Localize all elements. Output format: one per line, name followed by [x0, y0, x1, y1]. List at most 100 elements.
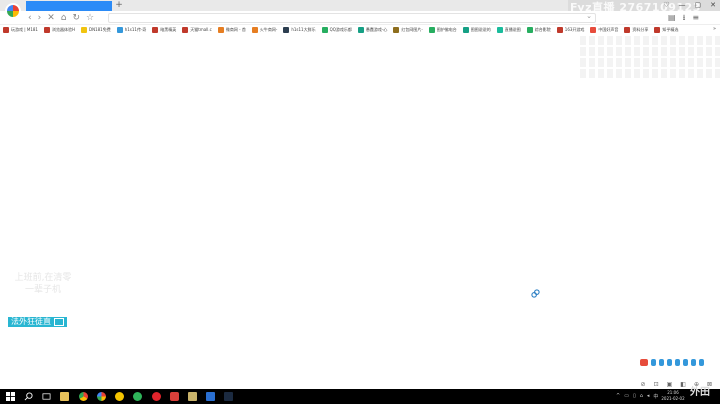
bookmark-label: h1s11传·奇 [124, 27, 147, 32]
bookmark-item[interactable]: 天猫tmall.c [182, 26, 212, 34]
ime-menu-icon[interactable] [699, 358, 704, 366]
app-blue-icon[interactable] [206, 392, 215, 401]
close-button[interactable]: ✕ [710, 0, 716, 11]
overlay-badge: 法外狂徒直 [8, 317, 67, 327]
windows-start-icon[interactable] [6, 392, 15, 401]
ime-punct-icon[interactable] [659, 358, 664, 366]
minimize-button[interactable]: — [679, 0, 686, 11]
browser-logo-icon[interactable] [5, 3, 21, 19]
bookmark-label: 火牛商网- [259, 27, 278, 32]
clock-date: 2021-02-02 [661, 396, 685, 401]
bookmark-label: 红包网图片- [401, 27, 423, 32]
browser-toolbar: ‹ › ✕ ⌂ ↻ ☆ ⌄ ▤ ⭳ ≡ [0, 11, 720, 25]
download-icon[interactable]: ⭳ [683, 12, 686, 24]
bookmark-item[interactable]: 微商网 - 首 [217, 26, 246, 34]
chrome-icon[interactable] [79, 392, 88, 401]
bookmark-favicon-icon [556, 27, 563, 33]
bookmark-label: 中国好声音 [598, 27, 619, 32]
ime-toolbar [640, 358, 720, 366]
tray-icon-2[interactable]: ▭ [624, 393, 629, 400]
bookmark-item[interactable]: 图护佛电台 [428, 26, 457, 34]
bookmarks-more-icon[interactable]: » [713, 26, 716, 32]
bookmark-item[interactable]: 愚蠢游戏-心 [357, 26, 388, 34]
network-icon[interactable]: ⌂ [640, 393, 643, 400]
status-icon-2[interactable]: ⊡ [654, 381, 659, 389]
bookmark-favicon-icon [428, 27, 435, 33]
bookmark-favicon-icon [283, 27, 290, 33]
game-app-icon[interactable] [188, 392, 197, 401]
app-red-icon[interactable] [170, 392, 179, 401]
battery-icon[interactable]: ▯ [633, 393, 636, 400]
sidebar-icon[interactable]: ▤ [668, 12, 676, 24]
bookmark-favicon-icon [251, 27, 258, 33]
ime-emoji-icon[interactable] [667, 358, 672, 366]
bookmark-item[interactable]: 火牛商网- [251, 26, 278, 34]
bookmark-item[interactable]: 知乎精选 [654, 26, 678, 34]
ime-voice-icon[interactable] [675, 358, 680, 366]
nav-buttons: ‹ › ✕ ⌂ ↻ ☆ [28, 12, 94, 24]
stop-icon[interactable]: ✕ [47, 12, 55, 24]
bookmark-label: 浏览器体验H [51, 27, 75, 32]
bookmark-item[interactable]: 红包网图片- [393, 26, 423, 34]
bookmark-favicon-icon [81, 27, 87, 33]
app-green-icon[interactable] [133, 392, 142, 401]
bookmark-item[interactable]: 163开游戏 [556, 26, 584, 34]
bookmark-item[interactable]: h1s11大鲜乐 [283, 26, 316, 34]
task-view-icon[interactable] [42, 392, 51, 401]
bookmark-item[interactable]: 中国好声音 [590, 26, 618, 34]
ime-lang-icon[interactable] [651, 358, 656, 366]
bookmark-item[interactable]: 综合影院 [526, 26, 551, 34]
bookmark-item[interactable]: DN181免费 [81, 26, 111, 34]
volume-icon[interactable]: ◂ [647, 393, 650, 400]
tab-active[interactable] [26, 1, 112, 11]
file-explorer-icon[interactable] [60, 392, 69, 401]
bookmark-label: 愚蠢游戏-心 [365, 27, 388, 32]
bookmark-item[interactable]: 直播说图 [496, 26, 521, 34]
maximize-button[interactable]: ▢ [695, 0, 702, 11]
bookmark-favicon-icon [624, 27, 631, 33]
reload-icon[interactable]: ↻ [72, 12, 80, 24]
bookmark-item[interactable]: 图图说说的 [462, 26, 491, 34]
ime-keyboard-icon[interactable] [683, 358, 688, 366]
address-bar[interactable]: ⌄ [108, 12, 596, 23]
bookmark-item[interactable]: 暗黑精英 [152, 26, 176, 34]
app-yellow-icon[interactable] [115, 392, 124, 401]
bookmark-favicon-icon [654, 27, 661, 33]
menu-icon[interactable]: ≡ [692, 12, 699, 24]
home-icon[interactable]: ⌂ [61, 12, 67, 24]
status-icon-4[interactable]: ◧ [680, 381, 686, 389]
bookmark-label: 暗黑精英 [160, 27, 177, 32]
forward-icon[interactable]: › [38, 12, 42, 24]
status-icon-3[interactable]: ▣ [667, 381, 673, 389]
bookmark-item[interactable]: 资料分享 [624, 26, 648, 34]
bookmark-item[interactable]: h1s11传·奇 [116, 26, 147, 34]
browser-taskbar-icon[interactable] [97, 392, 106, 401]
bookmark-favicon-icon [217, 27, 224, 33]
bookmark-label: 图图说说的 [470, 27, 491, 32]
address-dropdown-icon[interactable]: ⌄ [586, 12, 592, 20]
bookmark-favicon-icon [496, 27, 503, 33]
new-tab-button[interactable]: + [114, 0, 124, 11]
tray-expand-icon[interactable]: ^ [616, 393, 620, 400]
corner-watermark: 外田 [690, 387, 710, 398]
bookmark-item[interactable]: 玩游戏 | M181 [3, 26, 38, 34]
ime-logo-icon[interactable] [640, 358, 648, 366]
steam-icon[interactable] [224, 392, 233, 401]
bookmark-item[interactable]: 浏览器体验H [43, 26, 75, 34]
status-icon-1[interactable]: ⊘ [641, 381, 646, 389]
search-icon[interactable] [24, 392, 33, 401]
back-icon[interactable]: ‹ [28, 12, 32, 24]
favorite-icon[interactable]: ♡ [663, 0, 669, 11]
bookmark-item[interactable]: QQ游戏乐都 [321, 26, 352, 34]
tab-strip: + Fyz直播 2767109123 ♡ — ▢ ✕ [0, 0, 720, 14]
bookmark-label: QQ游戏乐都 [329, 27, 352, 32]
bookmark-label: 微商网 - 首 [225, 27, 246, 32]
netease-music-icon[interactable] [152, 392, 161, 401]
overlay-line-2: 一辈子机 [24, 285, 61, 295]
ime-skin-icon[interactable] [691, 358, 696, 366]
taskbar-clock[interactable]: 21:06 2021-02-02 [656, 389, 690, 404]
bookmark-favicon-icon [393, 27, 400, 33]
bookmark-star-icon[interactable]: ☆ [86, 12, 94, 24]
bookmark-label: 综合影院 [534, 27, 551, 32]
bookmark-favicon-icon [116, 27, 123, 33]
